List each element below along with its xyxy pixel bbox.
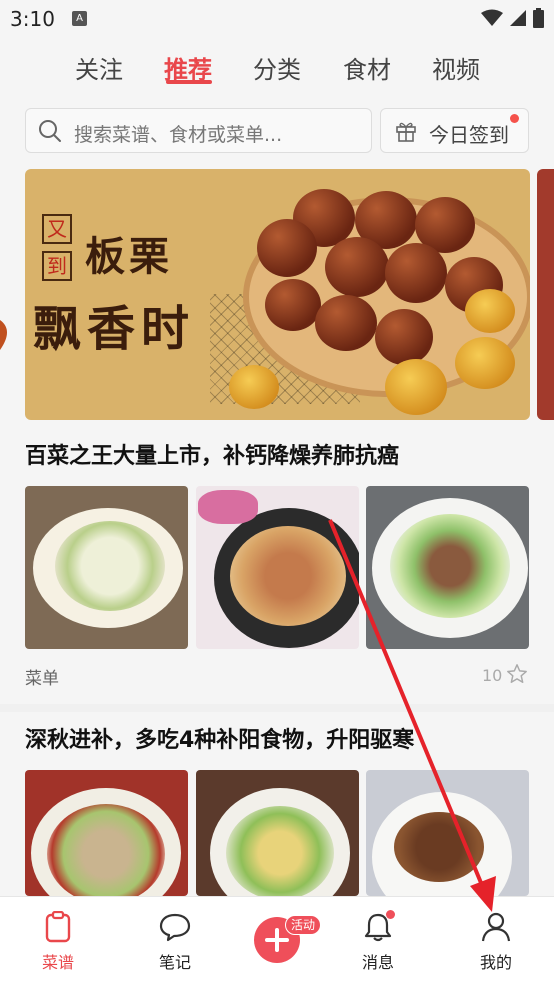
chestnut-image: [325, 237, 389, 297]
star-icon[interactable]: [506, 663, 528, 685]
peeled-chestnut-image: [229, 365, 279, 409]
tab-follow[interactable]: 关注: [75, 50, 123, 85]
dish-food: [230, 526, 346, 626]
dish-food: [394, 812, 484, 882]
activity-badge: 活动: [285, 915, 322, 935]
next-banner-peek: [537, 169, 554, 420]
active-tab-indicator: [166, 80, 212, 84]
flower-decoration: [198, 490, 258, 524]
chestnut-image: [257, 219, 317, 277]
article-title-2[interactable]: 深秋进补，多吃4种补阳食物，升阳驱寒: [25, 722, 414, 754]
battery-icon: [533, 8, 544, 28]
like-count: 10: [482, 666, 503, 685]
nav-mine-label: 我的: [479, 953, 512, 972]
recipe-thumbnail-1[interactable]: [25, 486, 188, 649]
search-placeholder: 搜索菜谱、食材或菜单...: [74, 124, 283, 146]
daily-checkin-button[interactable]: 今日签到: [380, 108, 529, 153]
nav-recipes[interactable]: 菜谱: [18, 897, 98, 984]
nav-notes-label: 笔记: [158, 953, 191, 972]
tab-ingredients[interactable]: 食材: [343, 50, 391, 85]
search-row: 搜索菜谱、食材或菜单... 今日签到: [0, 98, 554, 162]
recipe-thumbnail-4[interactable]: [25, 770, 188, 896]
recipe-thumbnail-2[interactable]: [196, 486, 359, 649]
dish-food: [390, 514, 510, 618]
promo-banner[interactable]: 又 到 板栗 飘香时: [25, 169, 530, 420]
wifi-icon: [481, 9, 503, 26]
peeled-chestnut-image: [455, 337, 515, 389]
nav-notes[interactable]: 笔记: [135, 897, 215, 984]
bottom-navigation: 菜谱 笔记 活动 消息 我的: [0, 896, 554, 984]
gift-icon: [396, 122, 416, 142]
messages-red-dot: [386, 910, 395, 919]
recipe-thumbnail-6[interactable]: [366, 770, 529, 896]
status-bar: 3:10 A: [0, 0, 554, 38]
dish-food: [226, 806, 334, 896]
banner-title-line1: 板栗: [85, 234, 173, 280]
system-icons: [481, 8, 544, 28]
notification-icon: A: [72, 11, 87, 26]
dish-food: [55, 521, 165, 611]
user-icon: [481, 912, 511, 942]
top-tabs: 关注 推荐 分类 食材 视频: [0, 38, 554, 98]
checkin-red-dot: [510, 114, 519, 123]
search-icon: [39, 120, 61, 142]
signal-icon: [510, 10, 526, 26]
checkin-label: 今日签到: [429, 123, 509, 147]
dish-food: [47, 804, 165, 896]
chestnut-image: [265, 279, 321, 331]
banner-tag-dao: 到: [42, 251, 72, 281]
banner-title-line2: 飘香时: [33, 301, 196, 357]
peeled-chestnut-image: [465, 289, 515, 333]
search-input[interactable]: 搜索菜谱、食材或菜单...: [25, 108, 372, 153]
nav-messages[interactable]: 消息: [338, 897, 418, 984]
chestnut-image: [375, 309, 433, 365]
section-divider: [0, 704, 554, 712]
tab-category[interactable]: 分类: [253, 50, 301, 85]
chestnut-image: [385, 243, 447, 303]
chestnut-image: [315, 295, 377, 351]
clipboard-icon: [45, 911, 71, 943]
recipe-app-home: 3:10 A 关注 推荐 分类 食材 视频 搜索菜谱、食材或菜单... 今日签到: [0, 0, 554, 984]
status-time: 3:10: [10, 7, 55, 31]
chat-bubble-icon: [159, 913, 191, 942]
article-title-1[interactable]: 百菜之王大量上市，补钙降燥养肺抗癌: [25, 438, 399, 470]
nav-messages-label: 消息: [361, 953, 394, 972]
peeled-chestnut-image: [385, 359, 447, 415]
banner-tag-you: 又: [42, 214, 72, 244]
recipe-thumbnail-3[interactable]: [366, 486, 529, 649]
prev-banner-peek: [0, 320, 7, 350]
tab-video[interactable]: 视频: [432, 50, 480, 85]
collection-caption: 菜单: [25, 669, 59, 689]
recipe-thumbnail-5[interactable]: [196, 770, 359, 896]
nav-mine[interactable]: 我的: [456, 897, 536, 984]
nav-recipes-label: 菜谱: [41, 953, 74, 972]
